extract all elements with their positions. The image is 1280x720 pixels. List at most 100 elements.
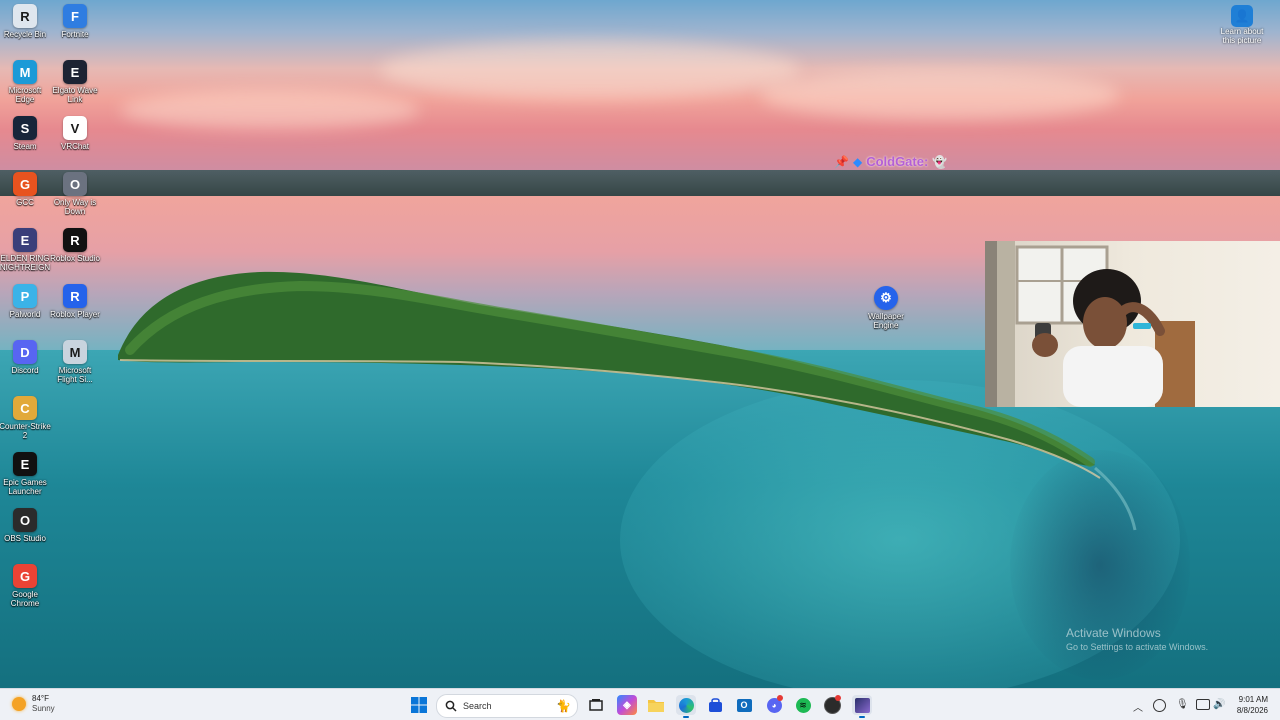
desktop-icon-label: Roblox Player [50, 310, 100, 319]
desktop-icon-roblox-player[interactable]: R Roblox Player [50, 284, 100, 319]
notification-badge [777, 695, 783, 701]
desktop-icon-wave-link[interactable]: E Elgato Wave Link [50, 60, 100, 104]
desktop-icon-fortnite[interactable]: F Fortnite [50, 4, 100, 39]
task-view-icon [589, 699, 603, 711]
learn-picture-label: Learn about this picture [1220, 27, 1264, 45]
desktop-icon-gcc[interactable]: G GCC [0, 172, 50, 207]
steam-icon: S [13, 116, 37, 140]
desktop-icon-label: Palworld [9, 310, 41, 319]
clock-date: 8/8/2026 [1236, 706, 1268, 715]
clock-time: 9:01 AM [1238, 695, 1268, 704]
desktop-icon-label: Steam [13, 142, 37, 151]
taskbar-search[interactable]: Search 🐈 [436, 694, 578, 718]
search-label: Search [463, 701, 492, 711]
volume-icon[interactable]: 🔊 [1213, 699, 1225, 710]
recycle-bin-icon: R [13, 4, 37, 28]
recording-dot [835, 695, 841, 701]
discord-icon: D [13, 340, 37, 364]
taskbar-clock[interactable]: 9:01 AM 8/8/2026 [1232, 694, 1268, 716]
fortnite-icon: F [63, 4, 87, 28]
desktop-icon-palworld[interactable]: P Palworld [0, 284, 50, 319]
chrome-icon: G [13, 564, 37, 588]
weather-temperature: 84°F [32, 694, 49, 703]
weather-condition: Sunny [32, 704, 55, 713]
copilot-icon: ◈ [623, 699, 631, 711]
start-button[interactable] [409, 695, 429, 715]
copilot-button[interactable]: ◈ [617, 695, 637, 715]
roblox-studio-icon: R [63, 228, 87, 252]
desktop-icon-wallpaper-engine[interactable]: ⚙ Wallpaper Engine [861, 286, 911, 330]
activation-subtitle: Go to Settings to activate Windows. [1066, 642, 1209, 652]
task-view-button[interactable] [586, 695, 606, 715]
edge-icon: M [13, 60, 37, 84]
desktop-icon-label: Elgato Wave Link [52, 86, 98, 104]
wallpaper-engine-icon: ⚙ [874, 286, 898, 310]
desktop-icon-label: Counter-Strike 2 [0, 422, 51, 440]
spotify-button[interactable]: ≋ [793, 695, 813, 715]
desktop-icon-label: Fortnite [61, 30, 89, 39]
activation-watermark: Activate Windows Go to Settings to activ… [1066, 626, 1208, 652]
desktop-icon-label: ELDEN RING NIGHTREIGN [0, 254, 51, 272]
desktop-icon-discord[interactable]: D Discord [0, 340, 50, 375]
active-indicator [683, 716, 689, 718]
desktop-icon-label: Only Way is Down [53, 198, 97, 216]
microphone-icon[interactable]: 🎙 [1176, 699, 1189, 710]
wifi-icon[interactable] [1196, 699, 1210, 710]
overlay-text: ColdGate: [866, 154, 929, 169]
activation-title: Activate Windows [1066, 626, 1161, 640]
counter-strike-icon: C [13, 396, 37, 420]
network-status-icon[interactable] [1153, 699, 1166, 712]
desktop-icon-steam[interactable]: S Steam [0, 116, 50, 151]
store-icon [708, 697, 722, 712]
desktop-icon-edge[interactable]: M Microsoft Edge [0, 60, 50, 104]
desktop-icon-epic-games[interactable]: E Epic Games Launcher [0, 452, 50, 496]
search-icon [445, 700, 457, 712]
desktop-icon-roblox-studio[interactable]: R Roblox Studio [50, 228, 100, 263]
webcam-feed [985, 241, 1280, 407]
desktop-icon-label: Microsoft Flight Si... [57, 366, 93, 384]
desktop-icon-label: GCC [16, 198, 34, 207]
learn-about-picture[interactable]: 👤 Learn about this picture [1216, 5, 1268, 45]
desktop-icon-label: Discord [11, 366, 39, 375]
pin-icon: 📌 [834, 154, 849, 169]
edge-taskbar-button[interactable] [676, 695, 696, 718]
obs-taskbar-button[interactable] [822, 695, 842, 715]
gcc-icon: G [13, 172, 37, 196]
active-indicator [859, 716, 865, 718]
file-explorer-button[interactable] [646, 695, 666, 715]
desktop-icon-game[interactable]: O Only Way is Down [50, 172, 100, 216]
desktop-icon-obs[interactable]: O OBS Studio [0, 508, 50, 543]
webcam-scene [985, 241, 1195, 407]
desktop-icon-flight-sim[interactable]: M Microsoft Flight Si... [50, 340, 100, 384]
discord-taskbar-button[interactable]: ◕ [764, 695, 784, 715]
windows-logo-icon [411, 697, 427, 713]
desktop-icon-label: OBS Studio [4, 534, 46, 543]
obs-icon: O [13, 508, 37, 532]
roblox-player-icon: R [63, 284, 87, 308]
folder-icon [648, 700, 664, 712]
ghost-icon: 👻 [932, 154, 948, 169]
desktop-icon-label: Microsoft Edge [8, 86, 42, 104]
game-icon [854, 697, 870, 713]
elden-ring-taskbar-button[interactable] [852, 695, 872, 718]
desktop-icon-counter-strike[interactable]: C Counter-Strike 2 [0, 396, 51, 440]
desktop-icon-elden-ring[interactable]: E ELDEN RING NIGHTREIGN [0, 228, 50, 272]
desktop-icon-label: Roblox Studio [50, 254, 100, 263]
stream-overlay-tag: 📌 ◆ ColdGate: 👻 [834, 154, 947, 169]
desktop-icon-label: Recycle Bin [3, 30, 47, 39]
outlook-icon: O [736, 698, 752, 712]
desktop-icon-vrchat[interactable]: V VRChat [50, 116, 100, 151]
weather-widget[interactable]: 84°F Sunny [12, 694, 55, 714]
outlook-button[interactable]: O [734, 695, 754, 715]
desktop-icon-recycle-bin[interactable]: R Recycle Bin [0, 4, 50, 39]
store-button[interactable] [705, 695, 725, 715]
show-hidden-icons-chevron-icon[interactable]: ︿ [1133, 699, 1143, 714]
epic-games-icon: E [13, 452, 37, 476]
sun-icon [12, 697, 26, 711]
desktop-icon-label: Wallpaper Engine [868, 312, 904, 330]
flight-sim-icon: M [63, 340, 87, 364]
desktop-icon-label: Google Chrome [10, 590, 40, 608]
learn-picture-icon: 👤 [1231, 5, 1253, 27]
desktop-icon-chrome[interactable]: G Google Chrome [0, 564, 50, 608]
game-icon: O [63, 172, 87, 196]
